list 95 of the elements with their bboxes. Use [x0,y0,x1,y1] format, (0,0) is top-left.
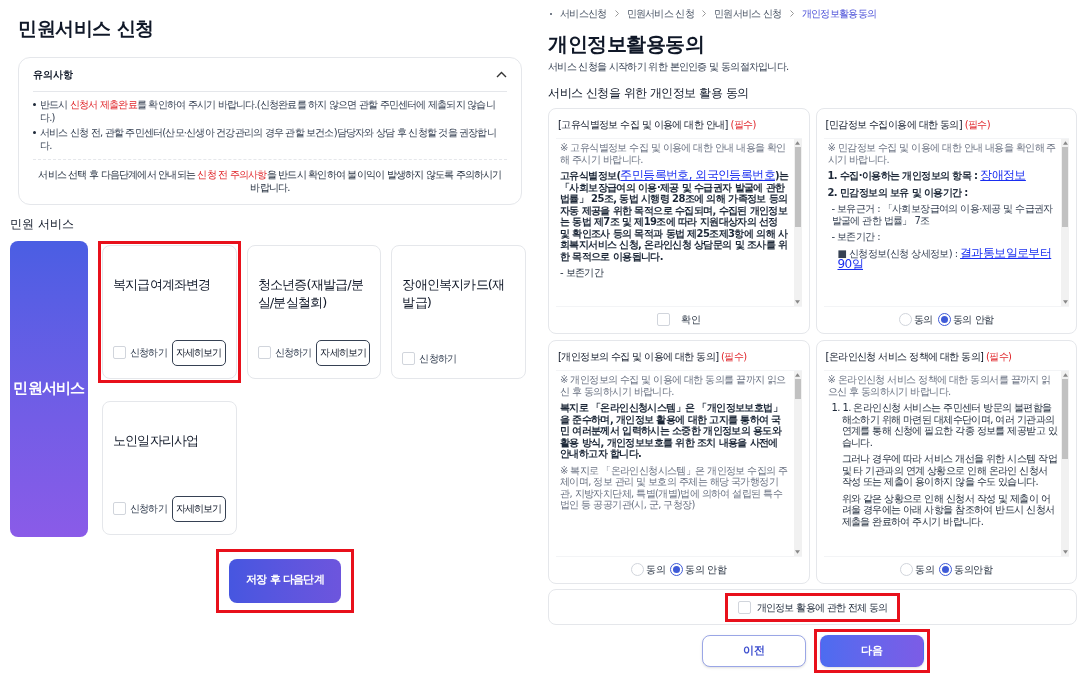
service-card[interactable]: 청소년증(재발급/분실/분실철회) 신청하기 자세히보기 [246,244,382,379]
scroll-thumb[interactable] [1062,147,1068,227]
agreement-paragraph: ※ 온라인신청 서비스 정책에 대한 동의서를 끝까지 읽으신 후 동의하시기 바랍니다. [827,374,1052,397]
checkbox[interactable] [402,351,416,365]
agreement-paragraph: 복지로 「온라인신청시스템」은 「개인정보보호법」을 준수하며, 개인정보 활용에 대한 고지를 통하여 국민 여러분께서 입력하시는 소중한 개인정보의 용도와 활용 방식, 개인정보보호를 위한 조치 내용을 사전에 안내하고자 합니다. [560,402,783,460]
scroll-up-icon[interactable] [1062,141,1068,145]
checkbox[interactable] [113,502,126,515]
agreement-paragraph: 고유식별정보(주민등록번호, 외국인등록번호)는 「사회보장급여의 이용·제공 및 수급권자 발굴에 관한 법률」 25조, 동법 시행령 28조에 의해 가족정보 등의 자동 제공을 위한 목적으로 수집되며, 수집된 개인정보는 동법 제7조 및 제19조에 따라 지원대상자의 선정 및 확인조사 등의 목적과 동법 제25조제3항에 의해 사회복지서비스 신청, 온라인신청 상담문의 및 조사를 위한 목적으로 이용됩니다. [560,170,790,262]
scroll-up-icon[interactable] [1062,373,1068,377]
agreement-paragraph: 1. 수집·이용하는 개인정보의 항목 : 장애정보 [827,170,1027,182]
notice-text: 서비스 신청 전, 관할 주민센터(산모·신생아 건강관리의 경우 관할 보건소)담당자와 상담 후 신청할 것을 권장합니다. [40,125,497,152]
agreement-text-box[interactable] [556,138,802,307]
radio-label: 동의 안함 [685,562,727,577]
agree-all-label: 개인정보 활용에 관한 전체 동의 [756,600,888,615]
section-label: 민원 서비스 [10,215,75,233]
page-subtitle: 서비스 신청을 시작하기 위한 본인인증 및 동의절차입니다. [548,60,790,74]
agreement-paragraph: ※ 개인정보의 수집 및 이용에 대한 동의를 끝까지 읽으신 후 동의하시기 바랍니다. [560,374,787,397]
radio-label: 동의 [646,562,666,577]
agreement-paragraph: ■ 신청정보(신청 상세정보) : 결과통보일로부터 90일 [836,247,1053,271]
service-card[interactable]: 장애인복지카드(재발급) 신청하기 [391,244,526,379]
chevron-right-icon [614,10,619,17]
save-next-button[interactable]: 저장 후 다음단계 [229,558,341,603]
scroll-up-icon[interactable] [795,373,800,377]
scroll-up-icon[interactable] [795,141,800,145]
bullet-icon [33,130,36,134]
breadcrumb-link[interactable]: 서비스신청 [560,6,607,21]
notice-footer-text: 서비스 선택 후 다음단계에서 안내되는 신청 전 주의사항을 반드시 확인하여 불이익이 발생하지 않도록 주의하시기 바랍니다. [37,167,503,194]
agreement-paragraph: 위와 같은 상황으로 인해 신청서 작성 및 제출이 어려울 경우에는 아래 사항을 참조하여 반드시 신청서 제출을 완료하여 주시기 바랍니다. [840,492,1056,527]
scroll-down-icon[interactable] [795,550,800,554]
service-card[interactable]: 복지급여계좌변경 신청하기 자세히보기 [102,244,237,379]
checkbox[interactable] [257,346,271,359]
nav-button[interactable]: 다음 [819,635,924,667]
scroll-down-icon[interactable] [1062,300,1068,304]
service-card[interactable]: 노인일자리사업 신청하기 자세히보기 [102,400,237,535]
agreement-paragraph: ※ 민감정보 수집 및 이용에 대한 안내 내용을 확인해 주시기 바랍니다. [827,142,1057,165]
service-title: 복지급여계좌변경 [113,275,212,294]
radio-label: 동의안함 [954,562,993,577]
detail-button[interactable]: 자세히보기 [171,495,226,522]
apply-label: 신청하기 [130,346,167,360]
checkbox[interactable] [737,600,751,614]
scroll-thumb[interactable] [794,379,801,399]
scrollbar[interactable] [793,371,802,556]
service-title: 청소년증(재발급/분실/분실철회) [257,275,365,312]
agreement-title: [민감정보 수집이용에 대한 동의] (필수) [824,118,992,132]
scroll-down-icon[interactable] [1062,550,1068,554]
page-title: 개인정보활용동의 [548,31,705,58]
detail-button[interactable]: 자세히보기 [171,339,226,366]
agreement-title: [온라인신청 서비스 정책에 대한 동의] (필수) [824,350,1013,364]
agreement-text-box[interactable] [823,370,1069,557]
radio-label: 동의 안함 [952,312,994,327]
scroll-thumb[interactable] [1062,379,1068,459]
apply-label: 신청하기 [130,502,167,516]
chevron-right-icon [789,10,794,17]
radio-label: 동의 [915,562,935,577]
scrollbar[interactable] [1061,139,1069,306]
page-title: 민원서비스 신청 [18,16,155,41]
agreement-paragraph: ※ 고유식별정보 수집 및 이용에 대한 안내 내용을 확인해 주시기 바랍니다. [560,142,787,165]
breadcrumb-link[interactable]: 민원서비스 신청 [714,6,782,21]
scroll-down-icon[interactable] [795,300,800,304]
agreement-paragraph: 1. 1. 온라인신청 서비스는 주민센터 방문의 불편함을 해소하기 위해 마련된 대체수단이며, 여러 기관과의 연계를 통해 신청에 필요한 각종 정보를 제공받고 있습니다. [830,402,1057,448]
breadcrumb-link[interactable]: 민원서비스 신청 [626,6,695,21]
agreement-paragraph: ※ 복지로 「온라인신청시스템」은 개인정보 수집의 주체이며, 정보 관리 및 보호의 주체는 해당 국가행정기관, 지방자치단체, 특별(개별)법에 의하여 설립된 특수법인 등 공공기관(시, 군, 구청장) [560,464,789,511]
radio-button[interactable] [939,562,953,576]
chevron-icon[interactable] [496,70,507,78]
notice-text: 반드시 신청서 제출완료를 확인하여 주시기 바랍니다.(신청완료를 하지 않으면 관할 주민센터에 제출되지 않습니다.) [40,97,496,124]
agreement-title: [개인정보의 수집 및 이용에 대한 동의] (필수) [557,350,748,364]
bullet-icon [33,102,36,106]
apply-label: 신청하기 [419,351,457,366]
service-title: 장애인복지카드(재발급) [402,275,506,312]
scrollbar[interactable] [1061,371,1069,556]
agreement-text-box[interactable] [556,370,802,557]
scrollbar[interactable] [793,139,802,306]
radio-button[interactable] [670,562,684,576]
checkbox[interactable] [113,346,126,359]
nav-button[interactable]: 이전 [701,635,806,667]
apply-label: 신청하기 [274,346,312,360]
confirm-label: 확인 [680,312,701,327]
agreement-paragraph: - 보유근거 : 「사회보장급여의 이용·제공 및 수급권자 발굴에 관한 법률」 7조 [830,203,1054,226]
agreement-paragraph: 그러나 경우에 따라 서비스 개선을 위한 시스템 작업 및 타 기관과의 연계 상황으로 인해 온라인 신청서 작성 또는 제출이 용이하지 않을 수도 있습니다. [840,453,1057,488]
chevron-right-icon [702,10,707,17]
agreement-paragraph: - 보존기간 [560,267,605,279]
section-heading: 서비스 신청을 위한 개인정보 활용 동의 [548,85,750,102]
notice-heading: 유의사항 [33,67,73,82]
agreement-title: [고유식별정보 수집 및 이용에 대한 안내] (필수) [557,118,757,132]
scroll-thumb[interactable] [794,147,801,227]
radio-button[interactable] [937,312,951,326]
breadcrumb-link[interactable]: 개인정보활용동의 [801,6,877,21]
agreement-paragraph: 2. 민감정보의 보유 및 이용기간 : [827,186,969,198]
detail-button[interactable]: 자세히보기 [316,339,371,366]
service-title: 노인일자리사업 [113,431,200,450]
category-tile[interactable]: 민원서비스 [10,240,88,537]
agreement-text-box[interactable]: ※ 민감정보 수집 및 이용에 대한 안내 내용을 확인해 주시기 바랍니다. 1. 수집·이용하는 개인정보의 항목 : 장애정보 2. 민감정보의 보유 및 이용기간 : - 보유근거 : 「사회보장급여의 이용·제공 및 수급권자 발굴에 관한 법률」 7조 - 보존기간 : ■ 신청정보(신청 상세정보) : 결과통보일로부터 90일 [823,138,1069,307]
radio-label: 동의 [913,312,933,327]
checkbox[interactable] [656,312,670,326]
agreement-paragraph: - 보존기간 : [830,231,882,243]
